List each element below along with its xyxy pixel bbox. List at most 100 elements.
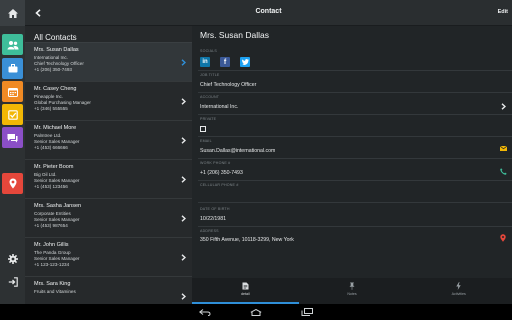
top-bar: Contact Edit [25, 0, 512, 26]
phone-icon[interactable] [499, 167, 507, 175]
rail-accounts-button[interactable] [2, 58, 23, 79]
pin-icon [349, 282, 355, 290]
people-icon [7, 40, 18, 49]
chevron-right-icon [179, 213, 187, 223]
contact-name: Mrs. Sara King [34, 281, 71, 287]
email-label: EMAIL [200, 139, 212, 143]
chevron-right-icon [179, 252, 187, 262]
contact-phone: +1 (453) 987654 [34, 223, 68, 229]
divider [198, 70, 512, 71]
chevron-right-icon [179, 291, 187, 301]
contact-list-item[interactable]: Mr. John Gillis The Panda Group Senior S… [25, 238, 192, 277]
rail-calendar-button[interactable] [2, 81, 23, 102]
divider [198, 180, 512, 181]
account-value[interactable]: International Inc. [200, 104, 238, 110]
contact-list-item[interactable]: Mrs. Sasha Jansen Corporate Entities Sen… [25, 199, 192, 238]
left-rail [0, 0, 25, 304]
divider [198, 114, 512, 115]
back-icon [199, 308, 211, 316]
twitter-icon[interactable] [240, 57, 250, 67]
home-button[interactable] [0, 0, 25, 26]
contact-detail-panel: Mrs. Susan Dallas SOCIALS in f JOB TITLE… [192, 26, 512, 278]
address-value[interactable]: 350 Fifth Avenue, 10118-3299, New York [200, 237, 294, 243]
chevron-right-icon [179, 57, 187, 67]
location-pin-icon[interactable] [499, 234, 507, 242]
briefcase-icon [8, 64, 17, 73]
checkbox-icon [7, 109, 18, 120]
private-label: PRIVATE [200, 117, 217, 121]
chevron-right-icon [179, 174, 187, 184]
page-title: Contact [255, 8, 282, 15]
list-header: All Contacts [25, 26, 192, 43]
contact-list-item[interactable]: Mr. Pieter Boom Big Oil Ltd. Senior Sale… [25, 160, 192, 199]
rail-contacts-button[interactable] [2, 34, 23, 55]
contact-name: Mrs. Susan Dallas [34, 47, 79, 53]
system-nav-bar [0, 304, 512, 320]
socials-label: SOCIALS [200, 49, 217, 53]
job-title-label: JOB TITLE [200, 73, 220, 77]
contact-name: Mr. Pieter Boom [34, 164, 74, 170]
job-title-value: Chief Technology Officer [200, 82, 257, 88]
contact-phone: +1 (346) 555555 [34, 106, 68, 112]
rail-tasks-button[interactable] [2, 104, 23, 125]
logout-button[interactable] [0, 271, 25, 293]
dob-value: 10/22/1981 [200, 216, 226, 222]
tab-label: Activities [451, 292, 466, 296]
divider [198, 202, 512, 203]
gear-icon [7, 254, 18, 264]
tab-detail[interactable]: detail [192, 278, 299, 304]
nav-home-button[interactable] [249, 307, 263, 317]
settings-button[interactable] [0, 248, 25, 270]
dob-label: DATE OF BIRTH [200, 207, 230, 211]
home-icon [7, 8, 18, 18]
contact-phone: +1 (206) 350-7493 [34, 67, 72, 73]
recents-icon [301, 308, 313, 316]
work-phone-value[interactable]: +1 (206) 350-7493 [200, 170, 243, 176]
detail-tab-bar: detail Notes Activities [192, 278, 512, 304]
nav-back-button[interactable] [198, 307, 212, 317]
contact-company: Fruits and Vitamines [34, 288, 76, 294]
address-label: ADDRESS [200, 229, 219, 233]
facebook-icon[interactable]: f [220, 57, 230, 67]
contact-phone: +1 (453) 666666 [34, 145, 68, 151]
tab-notes[interactable]: Notes [299, 278, 406, 304]
tab-activities[interactable]: Activities [405, 278, 512, 304]
divider [198, 158, 512, 159]
contact-list-item[interactable]: Mr. Casey Cheng Pineapple Inc. Global Pu… [25, 82, 192, 121]
location-pin-icon [9, 178, 16, 189]
chevron-right-icon [179, 96, 187, 106]
edit-button[interactable]: Edit [498, 9, 508, 15]
divider [198, 92, 512, 93]
linkedin-icon[interactable]: in [200, 57, 210, 67]
logout-icon [8, 277, 18, 287]
rail-map-button[interactable] [2, 173, 23, 194]
account-label: ACCOUNT [200, 95, 220, 99]
contact-phone: +1 123-123-1234 [34, 262, 70, 268]
contact-list-item[interactable]: Mrs. Sara King Fruits and Vitamines [25, 277, 192, 304]
home-outline-icon [250, 308, 262, 316]
divider [198, 136, 512, 137]
lightning-icon [456, 282, 461, 290]
calendar-icon [7, 87, 18, 97]
contact-detail-name: Mrs. Susan Dallas [200, 30, 269, 40]
tab-label: detail [241, 292, 250, 296]
chat-icon [7, 133, 18, 142]
divider [198, 226, 512, 227]
email-icon[interactable] [499, 144, 507, 152]
chevron-right-icon [179, 135, 187, 145]
contact-phone: +1 (453) 123456 [34, 184, 68, 190]
contact-name: Mr. Casey Cheng [34, 86, 77, 92]
contact-name: Mr. John Gillis [34, 242, 69, 248]
document-icon [242, 282, 249, 290]
nav-recents-button[interactable] [300, 307, 314, 317]
contact-list-item[interactable]: Mr. Michael More Palmtree Ltd. Senior Sa… [25, 121, 192, 160]
email-value[interactable]: Susan.Dallas@international.com [200, 148, 275, 154]
contact-name: Mrs. Sasha Jansen [34, 203, 82, 209]
rail-chat-button[interactable] [2, 127, 23, 148]
work-phone-label: WORK PHONE # [200, 161, 231, 165]
tab-label: Notes [347, 292, 357, 296]
contact-list-item[interactable]: Mrs. Susan Dallas International Inc. Chi… [25, 43, 192, 82]
chevron-right-icon[interactable] [499, 102, 507, 110]
cell-phone-label: CELLULAR PHONE # [200, 183, 239, 187]
private-checkbox[interactable] [200, 126, 206, 132]
